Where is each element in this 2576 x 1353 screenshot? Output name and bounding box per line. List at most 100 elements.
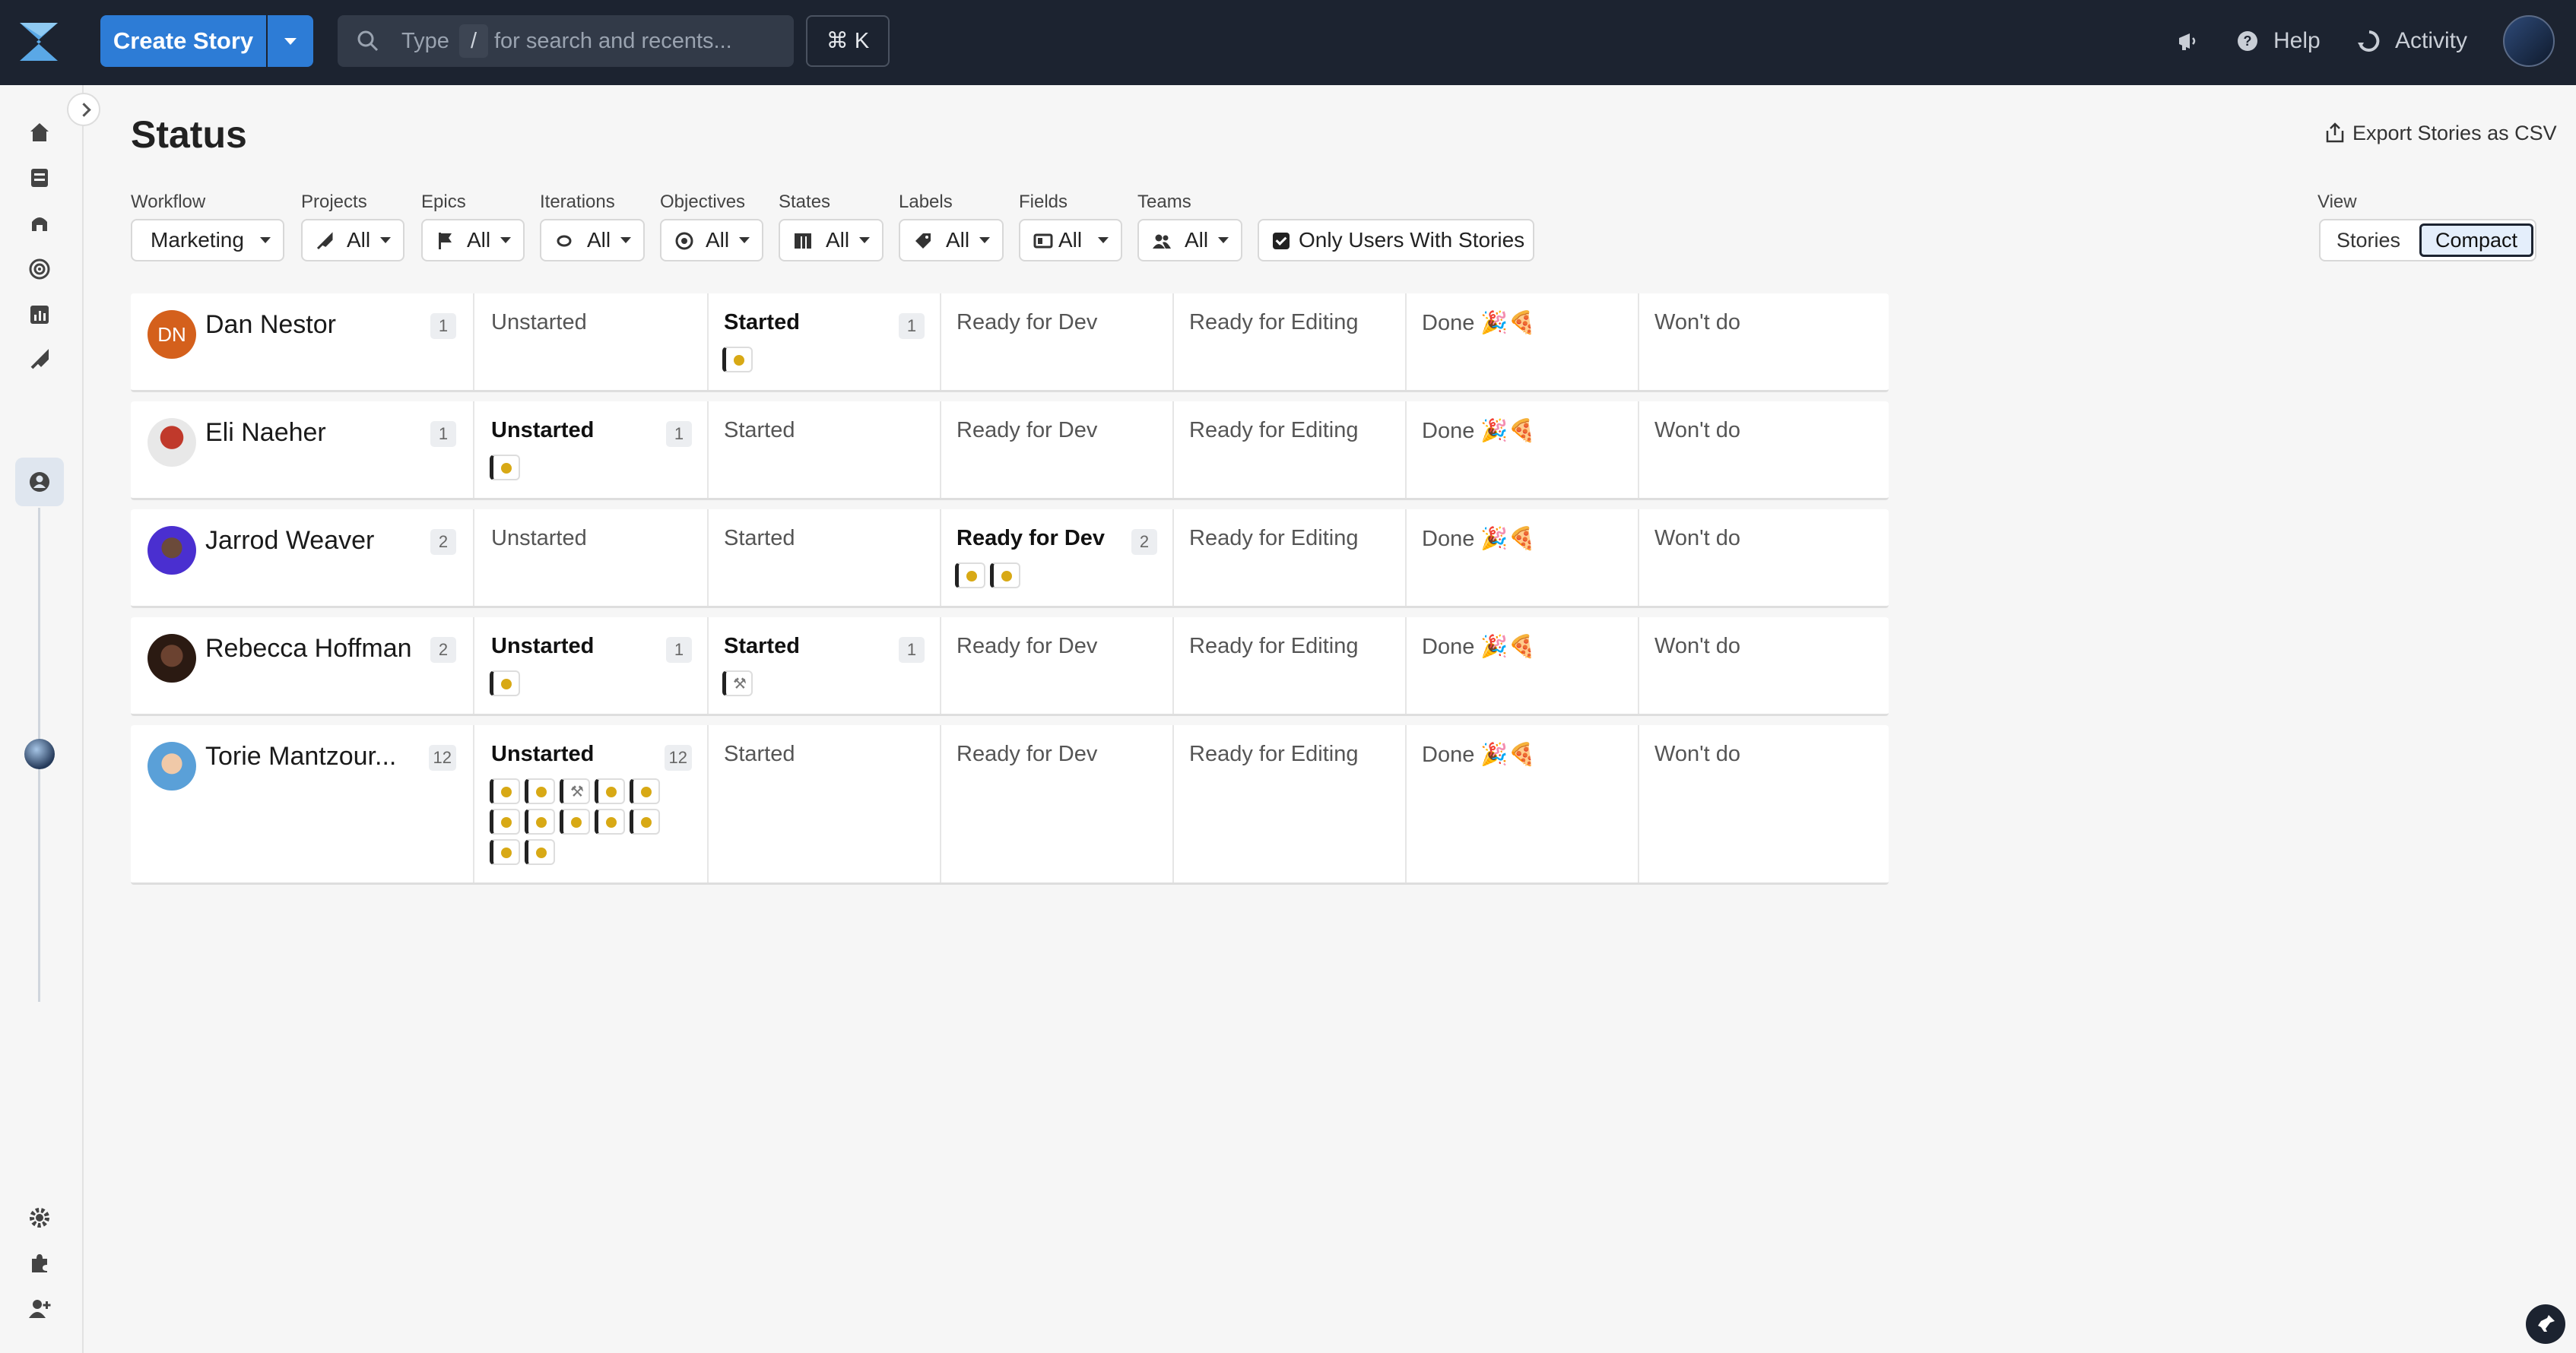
- state-label: Won't do: [1654, 310, 1741, 334]
- stories-icon[interactable]: [27, 166, 52, 190]
- state-label: Ready for Dev: [956, 634, 1098, 658]
- command-palette-button[interactable]: ⌘ K: [806, 15, 890, 67]
- states-select[interactable]: All: [779, 219, 884, 261]
- user-avatar[interactable]: [2503, 15, 2555, 67]
- megaphone-icon[interactable]: [2176, 29, 2200, 53]
- workflow-select[interactable]: Marketing: [131, 219, 284, 261]
- labels-select[interactable]: All: [899, 219, 1004, 261]
- roadmap-icon[interactable]: [27, 348, 52, 372]
- story-chip[interactable]: [595, 778, 625, 804]
- help-link[interactable]: Help: [2273, 26, 2321, 56]
- create-story-button[interactable]: Create Story: [100, 15, 266, 67]
- chevron-down-icon: [620, 237, 631, 243]
- story-chip[interactable]: [630, 778, 660, 804]
- objectives-icon[interactable]: [27, 257, 52, 281]
- workspace-avatar[interactable]: [24, 739, 55, 769]
- feature-icon: [501, 817, 512, 828]
- story-chip[interactable]: [955, 562, 985, 588]
- svg-text:?: ?: [2244, 33, 2252, 49]
- story-chip[interactable]: [490, 455, 520, 480]
- story-count-badge: 1: [430, 313, 456, 339]
- pin-fab-button[interactable]: [2526, 1304, 2565, 1344]
- settings-gear-icon[interactable]: [27, 1206, 52, 1230]
- create-story-dropdown-button[interactable]: [268, 15, 313, 67]
- story-chip[interactable]: [722, 347, 753, 372]
- columns-icon: [795, 233, 811, 249]
- state-cell: Done 🎉🍕: [1407, 617, 1639, 714]
- state-cell: Started 1: [709, 293, 941, 390]
- avatar[interactable]: [148, 742, 196, 791]
- objectives-select[interactable]: All: [660, 219, 763, 261]
- story-chip[interactable]: [490, 778, 520, 804]
- state-label: Done 🎉🍕: [1422, 311, 1536, 335]
- avatar[interactable]: [148, 634, 196, 683]
- state-label: Ready for Dev: [956, 310, 1098, 334]
- chevron-down-icon: [859, 237, 870, 243]
- story-chip[interactable]: [560, 809, 590, 835]
- view-compact-option[interactable]: Compact: [2419, 223, 2533, 257]
- state-count-badge: 1: [899, 637, 925, 663]
- states-value: All: [826, 228, 850, 252]
- state-label: Started: [724, 634, 800, 658]
- epics-select[interactable]: All: [421, 219, 525, 261]
- story-chip[interactable]: [525, 809, 555, 835]
- checkbox-checked-icon[interactable]: [1273, 233, 1290, 249]
- avatar[interactable]: [148, 526, 196, 575]
- teams-select[interactable]: All: [1137, 219, 1242, 261]
- story-chip[interactable]: [630, 809, 660, 835]
- chevron-down-icon: [1218, 237, 1229, 243]
- reports-icon[interactable]: [27, 303, 52, 327]
- state-cell: Started: [709, 725, 941, 882]
- state-cell: Unstarted 1: [476, 401, 709, 498]
- fields-select[interactable]: All: [1019, 219, 1122, 261]
- story-chip[interactable]: [525, 839, 555, 865]
- view-stories-option[interactable]: Stories: [2327, 223, 2410, 257]
- story-chip[interactable]: ⚒: [722, 670, 753, 696]
- integrations-puzzle-icon[interactable]: [27, 1251, 52, 1275]
- person-name[interactable]: Torie Mantzour...: [205, 742, 396, 772]
- search-input[interactable]: Type / for search and recents...: [338, 15, 794, 67]
- state-cell: Ready for Editing: [1174, 293, 1407, 390]
- chevron-down-icon: [380, 237, 391, 243]
- activity-link[interactable]: Activity: [2395, 26, 2467, 56]
- avatar[interactable]: [148, 418, 196, 467]
- state-label: Unstarted: [491, 526, 587, 550]
- story-chip[interactable]: [490, 670, 520, 696]
- person-name[interactable]: Jarrod Weaver: [205, 526, 374, 556]
- story-chip[interactable]: ⚒: [560, 778, 590, 804]
- expand-nav-button[interactable]: [67, 93, 100, 126]
- epics-icon[interactable]: [27, 211, 52, 236]
- story-chip[interactable]: [490, 839, 520, 865]
- story-chip[interactable]: [490, 809, 520, 835]
- workflow-value: Marketing: [151, 228, 244, 252]
- person-name[interactable]: Dan Nestor: [205, 310, 336, 340]
- team-icon: [1153, 234, 1171, 249]
- state-label: Ready for Dev: [956, 526, 1106, 550]
- state-cell: Unstarted 12 ⚒: [476, 725, 709, 882]
- story-chips: [490, 670, 695, 701]
- avatar[interactable]: DN: [148, 310, 196, 359]
- person-cell: DN Dan Nestor 1: [131, 293, 474, 390]
- feature-icon: [501, 848, 512, 858]
- iterations-select[interactable]: All: [540, 219, 645, 261]
- story-chip[interactable]: [990, 562, 1020, 588]
- story-chip[interactable]: [595, 809, 625, 835]
- state-label: Ready for Editing: [1189, 418, 1359, 442]
- table-row: DN Dan Nestor 1 Unstarted Started 1 Ready for …: [131, 293, 1889, 392]
- person-name[interactable]: Rebecca Hoffman: [205, 634, 412, 664]
- state-cell: Won't do: [1639, 725, 1872, 882]
- teams-label: Teams: [1137, 192, 1191, 212]
- teams-value: All: [1185, 228, 1209, 252]
- home-icon[interactable]: [27, 120, 52, 144]
- only-users-with-stories-toggle[interactable]: Only Users With Stories: [1258, 219, 1534, 261]
- projects-select[interactable]: All: [301, 219, 404, 261]
- state-cell: Won't do: [1639, 617, 1872, 714]
- shortcut-logo-icon[interactable]: [14, 17, 64, 67]
- people-status-icon[interactable]: [27, 470, 52, 494]
- person-name[interactable]: Eli Naeher: [205, 418, 326, 448]
- state-label: Won't do: [1654, 526, 1741, 550]
- export-csv-link[interactable]: Export Stories as CSV: [2352, 122, 2557, 145]
- invite-user-icon[interactable]: [27, 1297, 52, 1321]
- story-chip[interactable]: [525, 778, 555, 804]
- state-label: Unstarted: [491, 634, 595, 658]
